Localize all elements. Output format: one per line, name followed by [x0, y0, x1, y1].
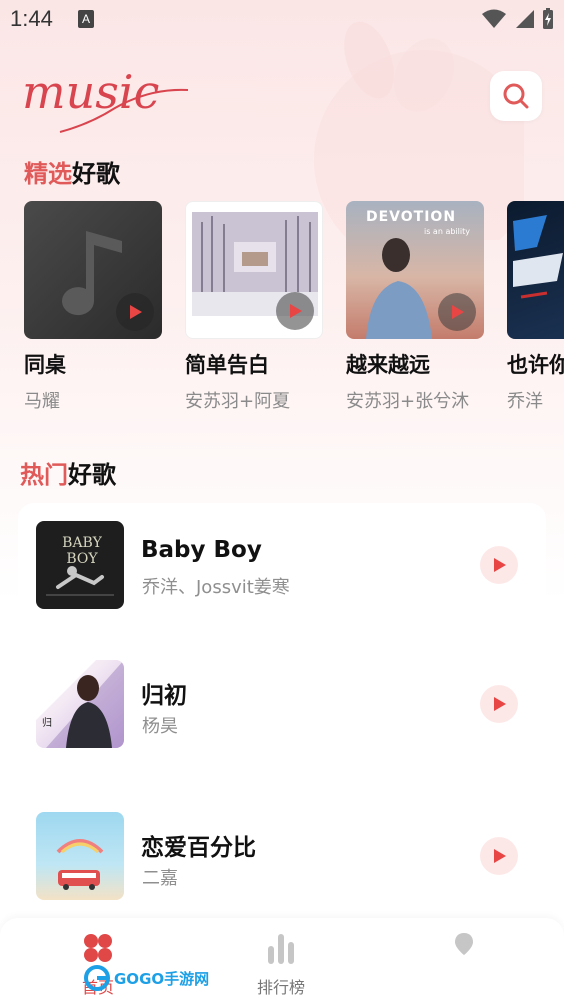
featured-title-rest: 好歌 — [72, 160, 120, 188]
play-button[interactable] — [480, 837, 518, 875]
watermark: GOGO手游网 — [84, 965, 209, 991]
hot-section-title: 热门好歌 — [20, 455, 116, 490]
hot-title-accent: 热门 — [20, 461, 68, 489]
song-title: Baby Boy — [141, 537, 262, 563]
card-artist: 安苏羽+张兮沐 — [346, 391, 470, 411]
notification-icon: A — [78, 10, 94, 28]
bottom-nav: 首页 排行榜 — [0, 918, 564, 1004]
featured-carousel[interactable]: 同桌 马耀 简单告白 安苏羽+阿夏 DEVOTION is an ability… — [24, 201, 564, 411]
play-button[interactable] — [480, 685, 518, 723]
beach-van-art — [56, 839, 104, 890]
song-artist: 乔洋、Jossvit姜寒 — [142, 577, 290, 598]
play-icon — [130, 305, 142, 319]
song-cover — [36, 812, 124, 900]
song-title: 归初 — [141, 683, 187, 709]
watermark-text: GOGO手游网 — [114, 969, 210, 988]
song-row[interactable]: BABY BOY Baby Boy 乔洋、Jossvit姜寒 — [36, 521, 526, 611]
song-cover: 归 — [36, 660, 124, 748]
nav-me[interactable] — [424, 932, 504, 966]
status-bar: 1:44 A — [0, 0, 564, 40]
card-artist: 马耀 — [24, 391, 60, 411]
play-icon — [494, 849, 506, 863]
album-cover: DEVOTION is an ability — [346, 201, 484, 339]
card-artist: 安苏羽+阿夏 — [185, 391, 291, 411]
play-button[interactable] — [438, 293, 476, 331]
song-artist: 杨昊 — [142, 716, 178, 737]
hot-title-rest: 好歌 — [68, 461, 116, 489]
wifi-icon — [482, 9, 506, 28]
song-cover: BABY BOY — [36, 521, 124, 609]
play-button[interactable] — [116, 293, 154, 331]
play-icon — [290, 304, 302, 318]
watermark-logo-icon — [84, 965, 110, 991]
portrait-art: 归 — [36, 660, 124, 748]
nav-rank-label: 排行榜 — [256, 978, 305, 997]
bar-chart-icon — [268, 934, 294, 964]
nav-rank[interactable]: 排行榜 — [241, 932, 321, 998]
card-title: 也许你 — [507, 353, 564, 377]
song-title: 恋爱百分比 — [141, 835, 256, 861]
featured-card[interactable]: 也许你 乔洋 — [507, 201, 564, 411]
card-title: 越来越远 — [346, 353, 430, 377]
album-cover — [507, 201, 564, 339]
featured-card[interactable]: 同桌 马耀 — [24, 201, 162, 411]
card-artist: 乔洋 — [507, 391, 543, 411]
app-logo: music — [22, 65, 189, 133]
featured-title-accent: 精选 — [24, 160, 72, 188]
location-pin-icon — [455, 933, 473, 955]
signal-icon — [516, 10, 534, 28]
svg-text:归: 归 — [42, 716, 52, 729]
featured-card[interactable]: DEVOTION is an ability 越来越远 安苏羽+张兮沐 — [346, 201, 484, 411]
play-icon — [494, 697, 506, 711]
search-button[interactable] — [490, 71, 542, 121]
figure-art — [46, 566, 114, 596]
song-artist: 二嘉 — [142, 868, 178, 889]
featured-section-title: 精选好歌 — [24, 154, 120, 189]
logo-text: music — [22, 65, 159, 119]
home-flower-icon — [84, 934, 112, 962]
play-button[interactable] — [480, 546, 518, 584]
status-icons — [482, 8, 554, 30]
album-cover — [24, 201, 162, 339]
play-button[interactable] — [276, 292, 314, 330]
card-title: 同桌 — [24, 353, 66, 377]
play-icon — [494, 558, 506, 572]
song-row[interactable]: 恋爱百分比 二嘉 — [36, 812, 526, 902]
search-icon — [503, 83, 529, 109]
featured-card[interactable]: 简单告白 安苏羽+阿夏 — [185, 201, 323, 411]
album-cover — [185, 201, 323, 339]
status-time: 1:44 — [10, 6, 53, 31]
song-row[interactable]: 归 归初 杨昊 — [36, 660, 526, 750]
play-icon — [452, 305, 464, 319]
battery-icon — [543, 8, 553, 29]
card-title: 简单告白 — [185, 353, 269, 377]
abstract-art — [513, 215, 563, 299]
